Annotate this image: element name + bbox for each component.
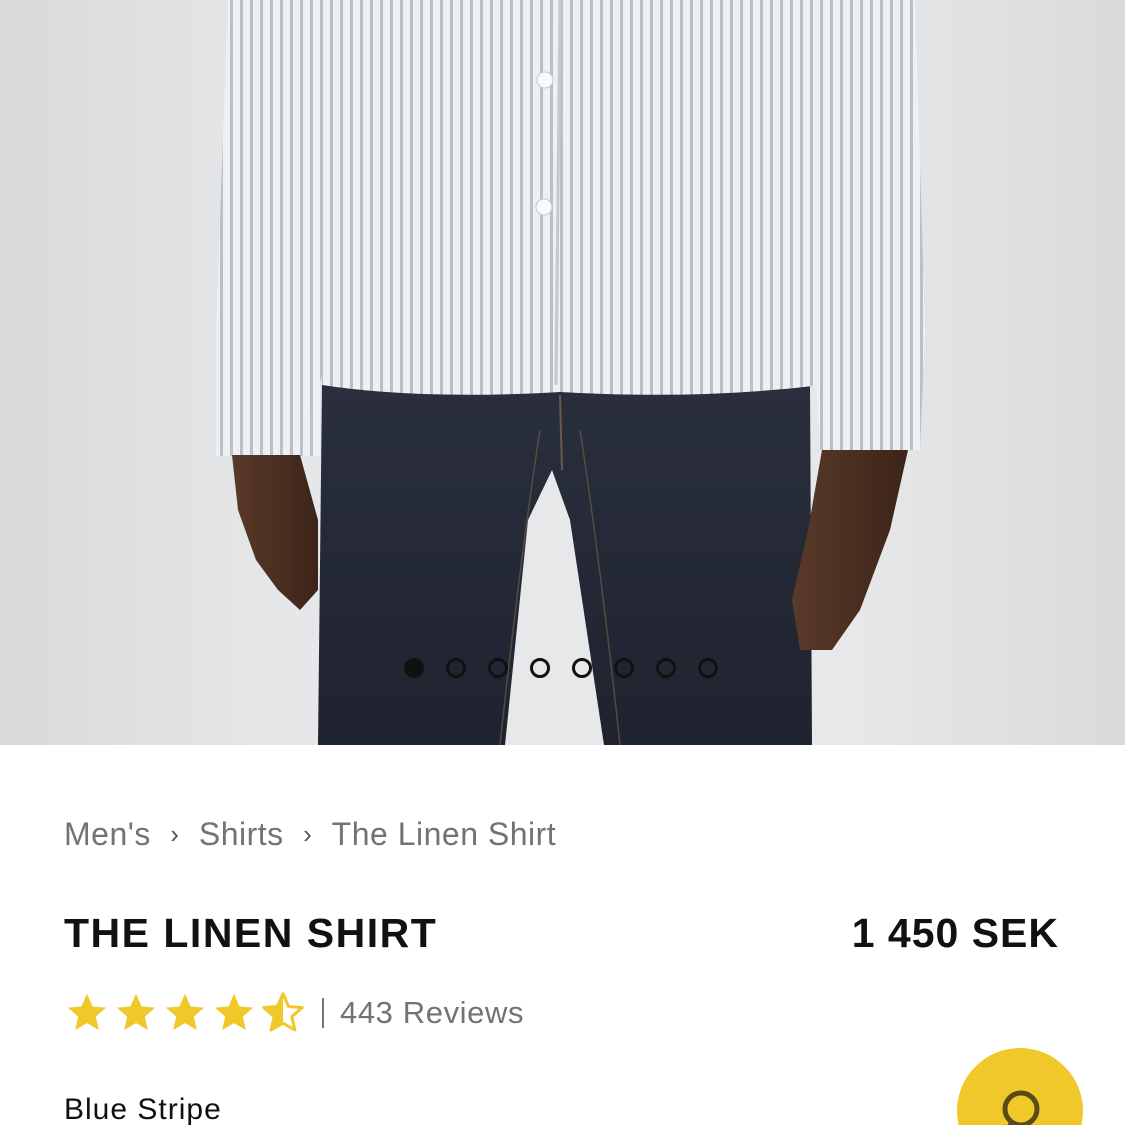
gallery-dot-3[interactable] (488, 658, 508, 678)
breadcrumb-shirts[interactable]: Shirts (199, 816, 284, 853)
chat-button[interactable] (957, 1048, 1083, 1125)
gallery-dot-2[interactable] (446, 658, 466, 678)
star-full-icon (67, 993, 107, 1031)
selected-color-label: Blue Stripe (64, 1093, 222, 1125)
product-price: 1 450 SEK (851, 910, 1059, 956)
product-title: THE LINEN SHIRT (64, 910, 438, 956)
star-full-icon (214, 993, 254, 1031)
gallery-dot-5[interactable] (572, 658, 592, 678)
breadcrumb-current: The Linen Shirt (331, 815, 557, 852)
gallery-dot-4[interactable] (530, 658, 550, 678)
gallery-pagination (404, 657, 718, 679)
gallery-dot-8[interactable] (698, 658, 718, 678)
breadcrumb-mens[interactable]: Men's (64, 816, 151, 853)
gallery-dot-6[interactable] (614, 658, 634, 678)
breadcrumb-separator: › (170, 818, 180, 849)
reviews-count-link[interactable]: 443 Reviews (340, 995, 524, 1031)
product-image (216, 0, 925, 745)
star-half-icon (262, 992, 304, 1032)
chat-icon (1002, 1090, 1040, 1125)
rating-divider (322, 998, 324, 1028)
rating-summary[interactable]: 443 Reviews (64, 990, 524, 1036)
breadcrumb: Men's › Shirts › The Linen Shirt (64, 812, 556, 856)
breadcrumb-separator: › (303, 818, 313, 849)
gallery-dot-1[interactable] (404, 658, 424, 678)
gallery-dot-7[interactable] (656, 658, 676, 678)
product-image-gallery[interactable] (0, 0, 1125, 745)
star-full-icon (116, 993, 156, 1031)
star-rating (64, 990, 306, 1036)
star-full-icon (165, 993, 205, 1031)
